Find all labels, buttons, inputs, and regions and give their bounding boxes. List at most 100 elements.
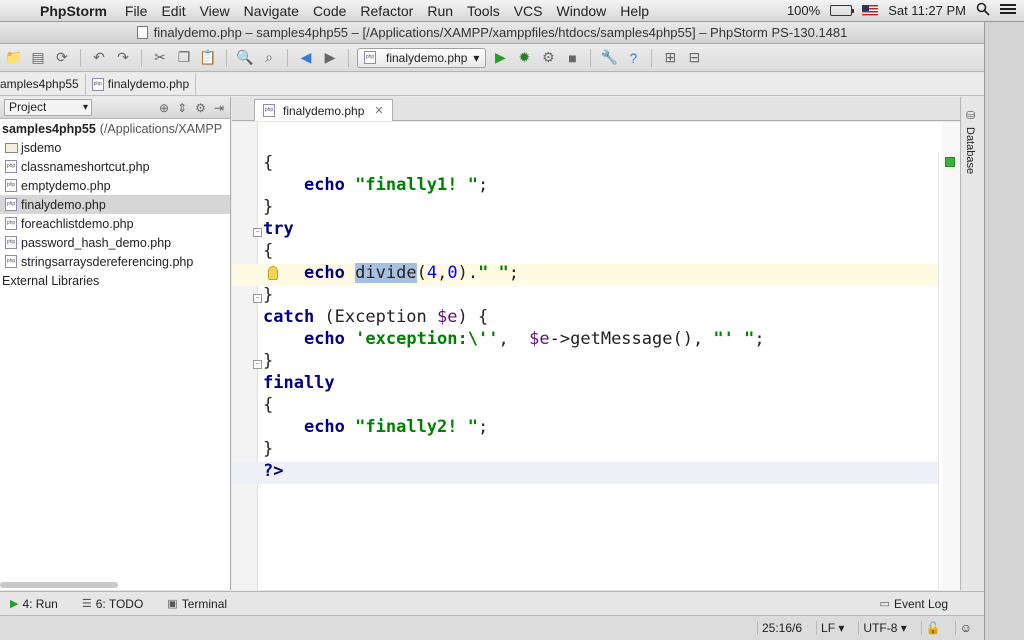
run-icon[interactable]: ▶ [490,48,510,68]
no-errors-icon[interactable] [945,157,955,167]
tree-file-selected[interactable]: php finalydemo.php [0,195,230,214]
todo-tool-button[interactable]: ☰ 6: TODO [82,597,143,611]
toolbar-separator [348,48,349,67]
tree-file[interactable]: php foreachlistdemo.php [0,214,230,233]
breadcrumb-project-label: samples4php55 [0,77,79,91]
tree-file[interactable]: php emptydemo.php [0,176,230,195]
breadcrumb-project[interactable]: samples4php55 [0,73,86,95]
tree-root-path: (/Applications/XAMPP [99,121,223,136]
run-configuration-select[interactable]: php finalydemo.php ▾ [357,47,487,68]
menu-tools[interactable]: Tools [467,3,514,19]
run-configuration-label: finalydemo.php [386,50,468,65]
debug-icon[interactable]: ✹ [514,48,534,68]
battery-icon[interactable] [830,5,855,16]
battery-percent: 100% [786,3,821,18]
php-file-icon: php [5,255,17,268]
tree-file-label: emptydemo.php [21,178,111,193]
settings-icon[interactable]: 🔧 [599,48,619,68]
menu-navigate[interactable]: Navigate [244,3,313,19]
database-icon[interactable]: ⛁ [966,109,975,122]
code-editor[interactable]: − − − { echo "finally1! "; } try { echo … [232,122,960,590]
menu-help[interactable]: Help [620,3,663,19]
sftp-icon[interactable]: ⊟ [684,48,704,68]
code-token: 4 [426,263,438,283]
code-line-text: } [263,351,274,371]
document-proxy-icon[interactable] [136,26,148,39]
fold-marker-icon[interactable]: − [253,228,262,237]
spotlight-search-icon[interactable] [976,2,990,19]
deploy-icon[interactable]: ⊞ [660,48,680,68]
hide-icon[interactable]: ⇥ [214,101,224,115]
code-token: 'exception:\'' [355,329,499,349]
tree-file-label: classnameshortcut.php [21,159,150,174]
coverage-icon[interactable]: ⚙ [538,48,558,68]
php-file-icon: php [364,51,376,64]
main-toolbar: 📁 ▤ ⟳ ↶ ↷ ✂ ❐ 📋 🔍 ⌕ ◀ ▶ php finalydemo.p… [0,44,984,72]
folder-icon [5,142,18,153]
redo-icon[interactable]: ↷ [113,48,133,68]
tree-file[interactable]: php stringsarraysdereferencing.php [0,252,230,271]
tree-file[interactable]: php password_hash_demo.php [0,233,230,252]
notification-list-icon[interactable] [1000,3,1016,18]
copy-icon[interactable]: ❐ [174,48,194,68]
menu-file[interactable]: File [125,3,162,19]
undo-icon[interactable]: ↶ [89,48,109,68]
tree-file[interactable]: php classnameshortcut.php [0,157,230,176]
project-view-select[interactable]: Project [4,99,92,116]
back-icon[interactable]: ◀ [296,48,316,68]
caret-position[interactable]: 25:16/6 [757,621,806,635]
code-token: echo [303,175,345,195]
tab-finalydemo[interactable]: php finalydemo.php ✕ [254,99,393,121]
forward-icon[interactable]: ▶ [320,48,340,68]
help-icon[interactable]: ? [623,48,643,68]
code-token: " " [478,263,509,283]
collapse-icon[interactable]: ⇕ [177,101,187,115]
target-icon[interactable]: ⊕ [159,101,169,115]
cut-icon[interactable]: ✂ [150,48,170,68]
gear-icon[interactable]: ⚙ [195,101,206,115]
fold-marker-icon[interactable]: − [253,294,262,303]
menu-code[interactable]: Code [313,3,360,19]
menu-app-name[interactable]: PhpStorm [40,3,125,19]
menu-vcs[interactable]: VCS [514,3,557,19]
us-flag-icon[interactable] [862,5,879,16]
line-separator[interactable]: LF ▾ [816,621,848,635]
php-file-icon: php [91,77,104,91]
menu-view[interactable]: View [200,3,244,19]
close-icon[interactable]: ✕ [374,104,383,117]
menu-refactor[interactable]: Refactor [360,3,427,19]
menu-edit[interactable]: Edit [161,3,199,19]
menu-run[interactable]: Run [427,3,467,19]
run-tool-button[interactable]: ▶ 4: Run [10,597,58,611]
bottom-tool-bar: ▶ 4: Run ☰ 6: TODO ▣ Terminal ▭ Event Lo… [0,591,984,615]
right-tool-strip: ⛁ Database [960,97,984,590]
code-line: ?> [263,460,765,482]
sync-icon[interactable]: ⟳ [52,48,72,68]
editor-gutter [232,122,258,590]
file-encoding[interactable]: UTF-8 ▾ [858,621,910,635]
find-icon[interactable]: 🔍 [235,48,255,68]
breadcrumb-file[interactable]: php finalydemo.php [91,73,197,95]
paste-icon[interactable]: 📋 [198,48,218,68]
stop-icon[interactable]: ■ [562,48,582,68]
tree-external-libraries[interactable]: External Libraries [0,271,230,290]
chevron-down-icon: ▾ [473,50,480,65]
tree-root[interactable]: samples4php55 (/Applications/XAMPP [0,119,230,138]
breadcrumb: samples4php55 php finalydemo.php [0,73,984,96]
menu-window[interactable]: Window [557,3,621,19]
save-all-icon[interactable]: ▤ [28,48,48,68]
horizontal-scrollbar[interactable] [0,582,118,588]
event-log-button[interactable]: ▭ Event Log [880,597,948,611]
tree-folder[interactable]: jsdemo [0,138,230,157]
database-tool-button[interactable]: Database [964,127,976,174]
run-tool-label: 4: Run [22,596,58,611]
error-stripe[interactable] [942,122,960,590]
clock[interactable]: Sat 11:27 PM [888,3,966,18]
replace-icon[interactable]: ⌕ [259,48,279,68]
open-folder-icon[interactable]: 📁 [4,48,24,68]
inspector-icon[interactable]: ☺ [954,621,976,635]
lock-icon[interactable]: 🔓 [920,621,945,635]
terminal-tool-button[interactable]: ▣ Terminal [167,597,227,611]
fold-marker-icon[interactable]: − [253,360,262,369]
php-file-icon: php [5,217,17,230]
